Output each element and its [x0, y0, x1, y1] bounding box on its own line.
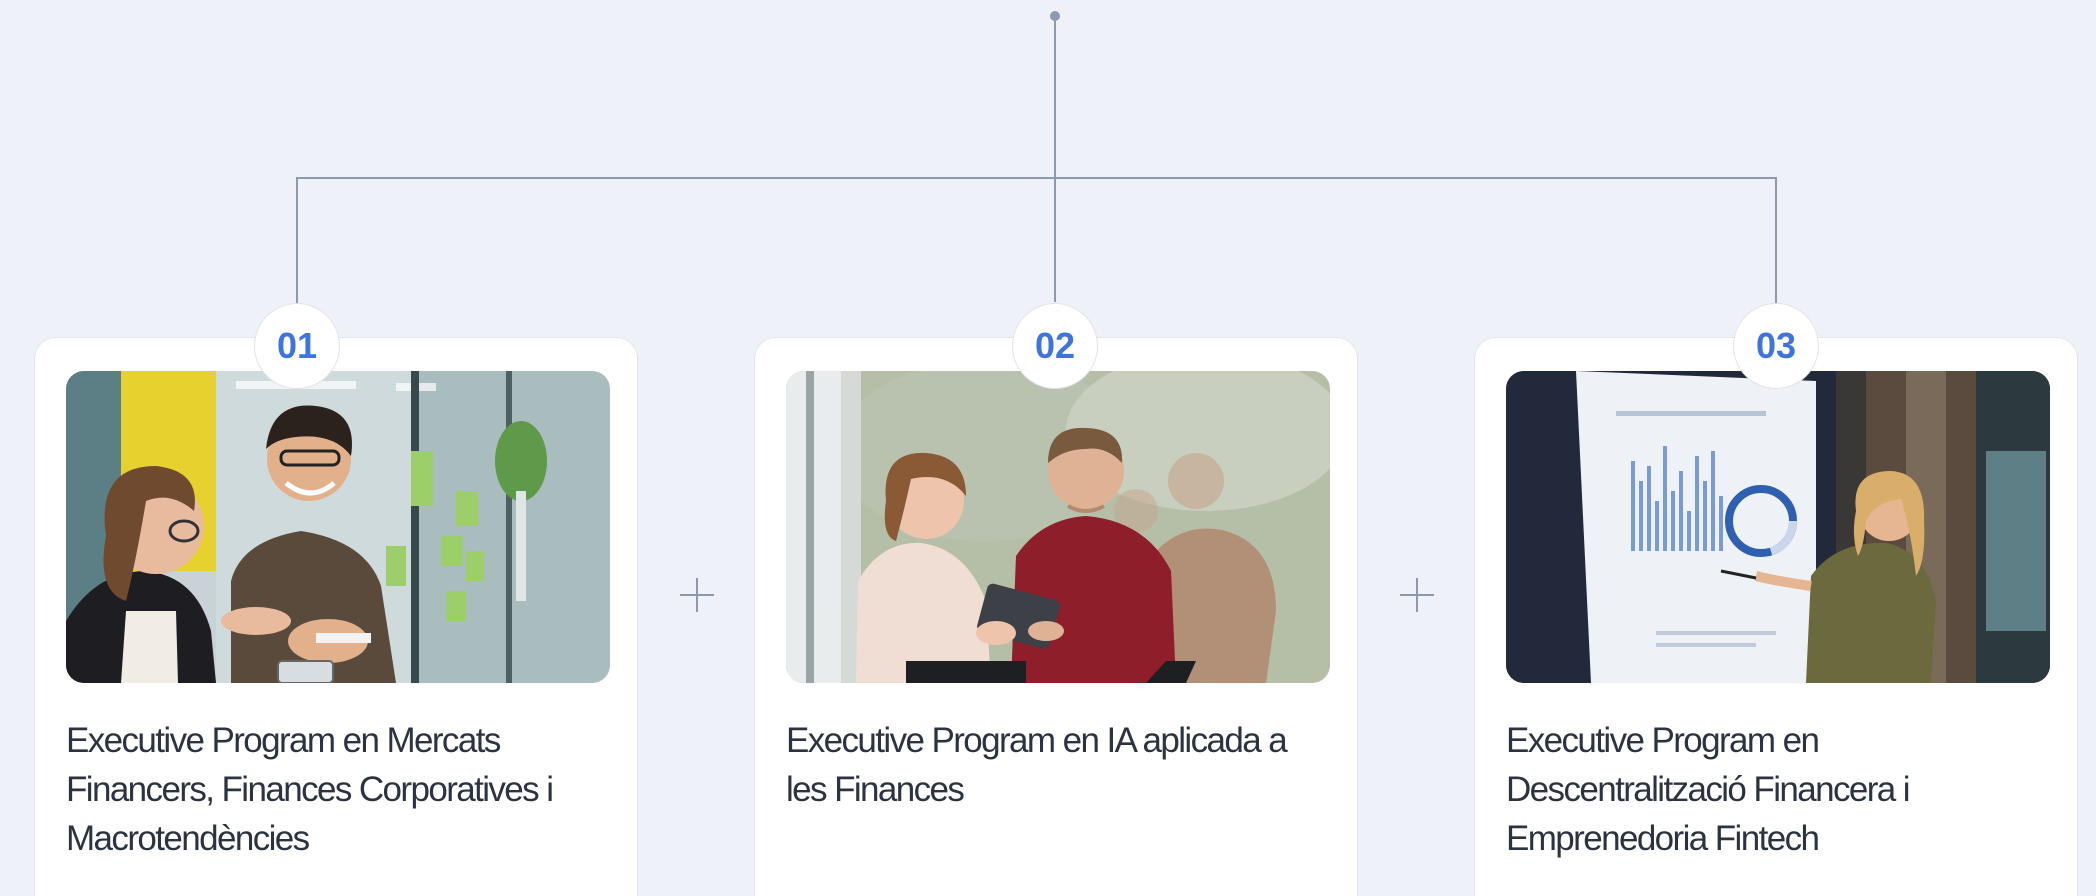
program-card-3[interactable]: Executive Program en Descentralització F…: [1474, 337, 2078, 896]
plus-icon: [1400, 578, 1434, 612]
program-photo-2: [786, 371, 1330, 683]
programs-diagram: Executive Program en Mercats Financers, …: [0, 0, 2096, 896]
connector-branch-1: [296, 177, 298, 303]
program-title-2[interactable]: Executive Program en IA aplicada a les F…: [786, 716, 1331, 814]
program-number-badge-1: 01: [254, 303, 340, 389]
program-card-2[interactable]: Executive Program en IA aplicada a les F…: [754, 337, 1358, 896]
connector-branch-3: [1775, 177, 1777, 303]
connector-horizontal: [296, 177, 1777, 179]
program-photo-3: [1506, 371, 2050, 683]
program-title-1[interactable]: Executive Program en Mercats Financers, …: [66, 716, 611, 863]
connector-trunk: [1054, 16, 1056, 302]
program-card-1[interactable]: Executive Program en Mercats Financers, …: [34, 337, 638, 896]
program-number-badge-2: 02: [1012, 303, 1098, 389]
plus-icon: [680, 578, 714, 612]
program-number-badge-3: 03: [1733, 303, 1819, 389]
program-photo-1: [66, 371, 610, 683]
program-title-3[interactable]: Executive Program en Descentralització F…: [1506, 716, 2051, 863]
